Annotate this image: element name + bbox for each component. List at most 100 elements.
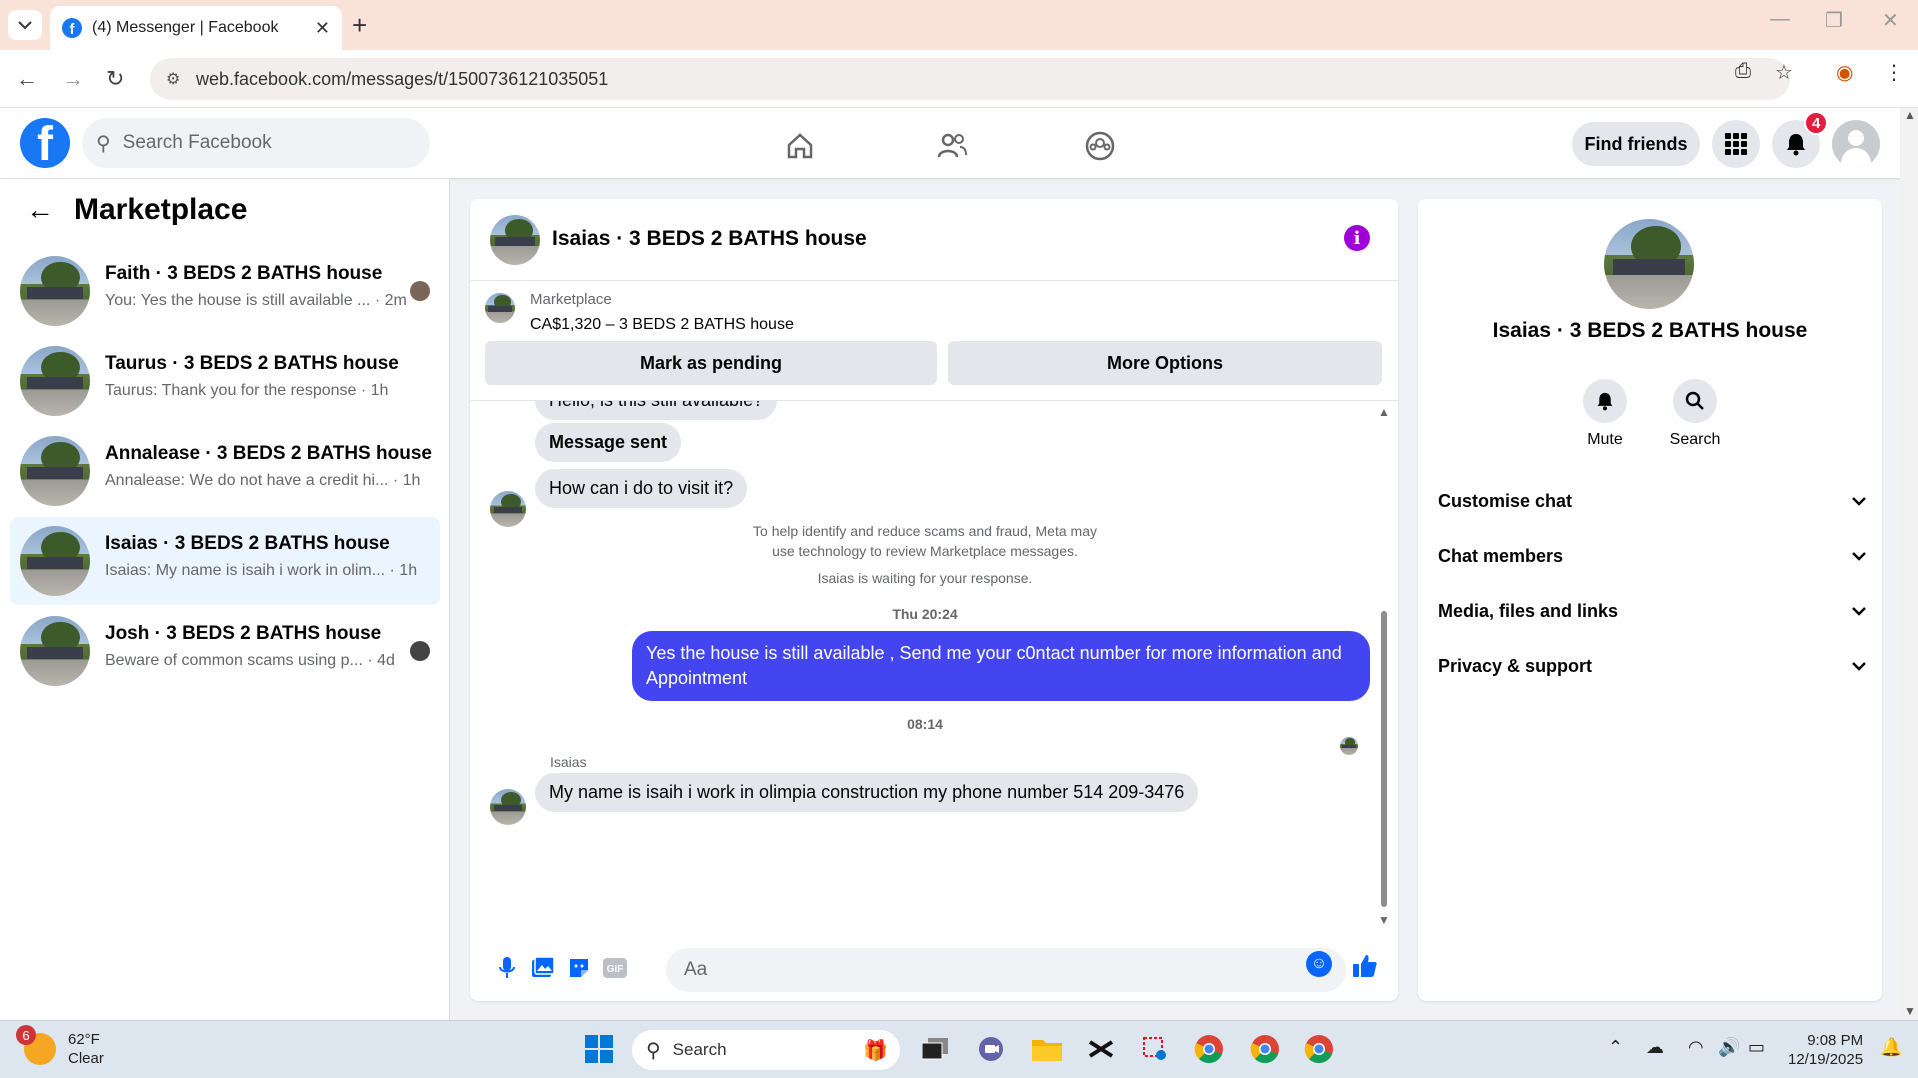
browser-tab[interactable]: f (4) Messenger | Facebook ✕ <box>50 6 342 50</box>
more-options-button[interactable]: More Options <box>948 341 1382 385</box>
forward-button[interactable]: → <box>62 66 84 92</box>
conversation-item-josh[interactable]: Josh · 3 BEDS 2 BATHS house Beware of co… <box>10 607 440 695</box>
facebook-search-input[interactable]: ⚲ Search Facebook <box>82 118 430 168</box>
friends-nav-icon[interactable] <box>932 128 972 164</box>
file-explorer-icon[interactable] <box>1030 1032 1064 1066</box>
groups-nav-icon[interactable] <box>1080 128 1120 164</box>
chevron-down-icon <box>18 21 32 30</box>
chevron-down-icon <box>1852 606 1866 616</box>
scam-notice: To help identify and reduce scams and fr… <box>753 523 1097 559</box>
back-button[interactable]: ← <box>16 66 38 92</box>
profile-icon[interactable]: ◉ <box>1836 60 1853 85</box>
search-in-chat-button[interactable]: Search <box>1660 379 1730 449</box>
browser-menu-icon[interactable]: ⋮ <box>1884 60 1904 85</box>
privacy-support-row[interactable]: Privacy & support <box>1438 646 1866 686</box>
tab-search-button[interactable] <box>8 10 42 40</box>
chat-panel: Isaias · 3 BEDS 2 BATHS house i Marketpl… <box>470 199 1398 1001</box>
back-arrow-icon[interactable]: ← <box>26 194 54 226</box>
tab-title: (4) Messenger | Facebook <box>92 19 279 36</box>
incoming-message: How can i do to visit it? <box>535 469 748 508</box>
incoming-message: My name is isaih i work in olimpia const… <box>535 773 1199 812</box>
snipping-tool-icon[interactable] <box>1138 1032 1172 1066</box>
page-scrollbar[interactable]: ▲ ▼ <box>1900 108 1918 1020</box>
url-field[interactable]: ⚙ web.facebook.com/messages/t/1500736121… <box>150 58 1790 100</box>
task-view-icon[interactable] <box>918 1032 952 1066</box>
teams-chat-icon[interactable] <box>974 1032 1008 1066</box>
conversation-item-faith[interactable]: Faith · 3 BEDS 2 BATHS house You: Yes th… <box>10 247 440 335</box>
chrome-profile-icon[interactable] <box>1302 1032 1336 1066</box>
chrome-profile-icon[interactable] <box>1248 1032 1282 1066</box>
mute-button[interactable]: Mute <box>1570 379 1640 449</box>
scroll-thumb[interactable] <box>1381 611 1387 907</box>
show-hidden-icons-icon[interactable]: ⌃ <box>1608 1037 1623 1058</box>
listing-thumbnail <box>20 256 90 326</box>
chat-header: Isaias · 3 BEDS 2 BATHS house i <box>470 199 1398 281</box>
microphone-icon[interactable] <box>494 955 520 981</box>
mark-as-pending-button[interactable]: Mark as pending <box>485 341 937 385</box>
close-tab-icon[interactable]: ✕ <box>315 18 330 39</box>
new-tab-button[interactable]: + <box>352 10 367 41</box>
sender-name: Isaias <box>550 754 587 770</box>
search-icon: ⚲ <box>96 132 111 155</box>
chat-info-avatar <box>1604 219 1694 309</box>
conversation-name: Josh · 3 BEDS 2 BATHS house <box>105 623 382 644</box>
page-scroll-up-icon[interactable]: ▲ <box>1904 108 1916 122</box>
message-composer: GIF Aa ☺ <box>470 941 1398 1001</box>
seen-avatar <box>410 281 430 301</box>
gif-icon[interactable]: GIF <box>602 955 628 981</box>
capcut-icon[interactable] <box>1084 1032 1118 1066</box>
chevron-down-icon <box>1852 496 1866 506</box>
photo-icon[interactable] <box>530 955 556 981</box>
reload-button[interactable]: ↻ <box>106 66 124 92</box>
message-input[interactable]: Aa <box>666 948 1346 992</box>
minimize-button[interactable]: — <box>1770 8 1790 31</box>
facebook-logo-icon[interactable]: f <box>20 118 70 168</box>
windows-start-icon[interactable] <box>582 1032 616 1066</box>
conversation-preview: Annalease: We do not have a credit hi...… <box>105 472 421 489</box>
message-thread: Hello, is this still available? Message … <box>470 401 1398 941</box>
bookmark-star-icon[interactable]: ☆ <box>1775 60 1793 85</box>
chrome-icon[interactable] <box>1192 1032 1226 1066</box>
conversation-preview: You: Yes the house is still available ..… <box>105 292 407 309</box>
info-icon[interactable]: i <box>1344 225 1370 251</box>
notification-center-icon[interactable]: 🔔 <box>1880 1037 1902 1058</box>
home-nav-icon[interactable] <box>780 128 820 164</box>
customise-chat-row[interactable]: Customise chat <box>1438 481 1866 521</box>
page-scroll-down-icon[interactable]: ▼ <box>1904 1004 1916 1018</box>
find-friends-button[interactable]: Find friends <box>1572 122 1700 166</box>
emoji-icon[interactable]: ☺ <box>1306 951 1332 977</box>
mute-label: Mute <box>1587 431 1623 448</box>
menu-grid-icon[interactable] <box>1712 120 1760 168</box>
read-receipt-avatar <box>1340 737 1358 755</box>
close-window-button[interactable]: ✕ <box>1882 8 1899 33</box>
listing-thumbnail[interactable] <box>485 293 515 323</box>
cloud-offline-icon[interactable]: ☁ <box>1646 1037 1664 1058</box>
wifi-icon[interactable]: ◠ <box>1688 1037 1704 1058</box>
system-clock[interactable]: 9:08 PM 12/19/2025 <box>1788 1031 1863 1069</box>
panel-title: Marketplace <box>74 193 248 226</box>
conversation-preview: Taurus: Thank you for the response · 1h <box>105 382 389 399</box>
restore-button[interactable]: ❐ <box>1825 8 1843 33</box>
facebook-header: f ⚲ Search Facebook Find friends 4 <box>0 108 1900 178</box>
thumbs-up-icon[interactable] <box>1352 953 1378 979</box>
sticker-icon[interactable] <box>566 955 592 981</box>
volume-icon[interactable]: 🔊 <box>1718 1037 1740 1058</box>
weather-widget[interactable]: 6 62°F Clear <box>16 1025 104 1068</box>
site-info-icon[interactable]: ⚙ <box>166 69 180 89</box>
media-files-links-row[interactable]: Media, files and links <box>1438 591 1866 631</box>
scroll-down-icon[interactable]: ▼ <box>1378 913 1390 927</box>
listing-thumbnail <box>20 346 90 416</box>
chat-title[interactable]: Isaias · 3 BEDS 2 BATHS house <box>552 227 867 251</box>
conversation-item-isaias[interactable]: Isaias · 3 BEDS 2 BATHS house Isaias: My… <box>10 517 440 605</box>
chat-members-row[interactable]: Chat members <box>1438 536 1866 576</box>
conversation-item-taurus[interactable]: Taurus · 3 BEDS 2 BATHS house Taurus: Th… <box>10 337 440 425</box>
conversation-item-annalease[interactable]: Annalease · 3 BEDS 2 BATHS house Annalea… <box>10 427 440 515</box>
listing-price-title[interactable]: CA$1,320 – 3 BEDS 2 BATHS house <box>530 316 794 334</box>
chat-scrollbar[interactable]: ▲ ▼ <box>1378 405 1390 927</box>
chat-avatar[interactable] <box>490 215 540 265</box>
account-avatar[interactable] <box>1832 120 1880 168</box>
taskbar-search[interactable]: ⚲ Search 🎁 <box>632 1030 900 1070</box>
battery-icon[interactable]: ▭ <box>1748 1037 1765 1058</box>
install-app-icon[interactable]: ⎙ <box>1735 60 1751 83</box>
scroll-up-icon[interactable]: ▲ <box>1378 405 1390 419</box>
